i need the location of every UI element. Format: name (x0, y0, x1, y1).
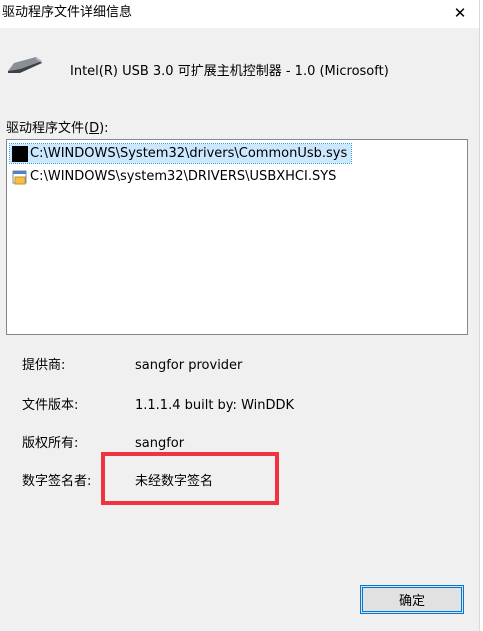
device-name: Intel(R) USB 3.0 可扩展主机控制器 - 1.0 (Microso… (70, 64, 389, 79)
highlight-annotation-box (101, 452, 279, 505)
file-version-label: 文件版本: (22, 398, 79, 413)
black-file-icon (12, 145, 28, 162)
driver-files-label: 驱动程序文件(D): (6, 121, 109, 136)
window-right-edge (479, 0, 483, 631)
provider-label: 提供商: (22, 358, 66, 373)
title-bar: 驱动程序文件详细信息 ✕ (0, 0, 483, 28)
list-item[interactable]: C:\WINDOWS\System32\drivers\CommonUsb.sy… (8, 143, 353, 164)
usb-plug-icon (8, 57, 42, 73)
close-button[interactable]: ✕ (437, 0, 483, 26)
digital-signer-label: 数字签名者: (22, 474, 92, 489)
driver-files-listbox[interactable]: C:\WINDOWS\System32\drivers\CommonUsb.sy… (6, 139, 468, 335)
file-version-value: 1.1.1.4 built by: WinDDK (135, 398, 295, 413)
ok-button[interactable]: 确定 (360, 585, 464, 614)
copyright-value: sangfor (135, 436, 185, 451)
window-title: 驱动程序文件详细信息 (2, 5, 133, 20)
system-file-icon (12, 170, 27, 184)
list-item[interactable]: C:\WINDOWS\system32\DRIVERS\USBXHCI.SYS (10, 167, 340, 186)
copyright-label: 版权所有: (22, 436, 79, 451)
provider-value: sangfor provider (135, 358, 243, 373)
close-icon: ✕ (453, 4, 467, 22)
